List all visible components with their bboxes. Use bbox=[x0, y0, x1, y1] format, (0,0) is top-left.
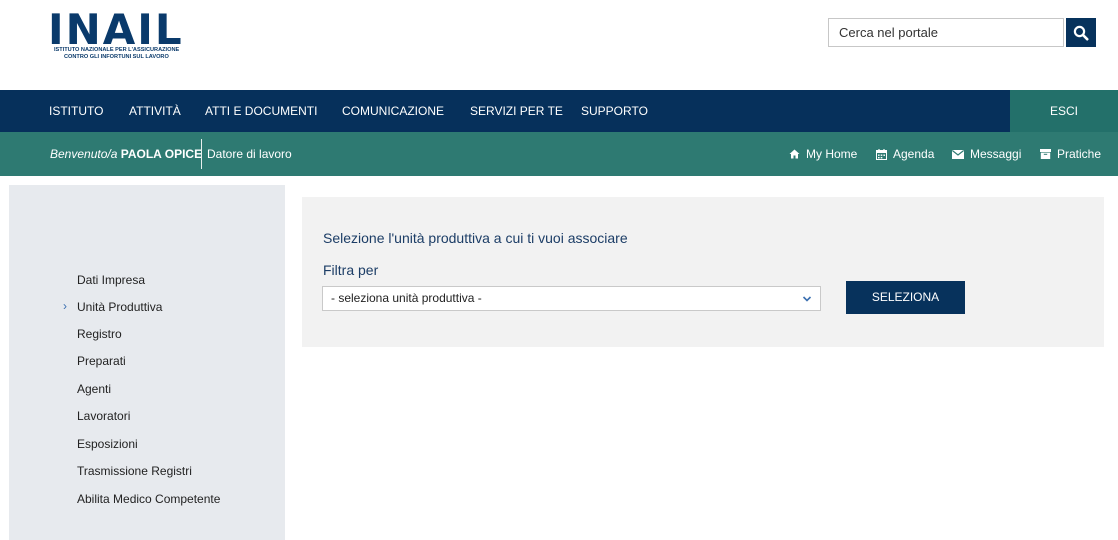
link-agenda-label: Agenda bbox=[893, 147, 935, 161]
nav-istituto[interactable]: ISTITUTO bbox=[49, 90, 103, 132]
sidebar-item-abilita-medico-competente[interactable]: Abilita Medico Competente bbox=[77, 491, 220, 507]
site-header: INAIL ISTITUTO NAZIONALE PER L'ASSICURAZ… bbox=[0, 0, 1118, 90]
sidebar-item-registro[interactable]: Registro bbox=[77, 326, 122, 342]
select-button[interactable]: SELEZIONA bbox=[846, 281, 965, 314]
sidebar-item-trasmissione-registri[interactable]: Trasmissione Registri bbox=[77, 463, 192, 479]
logo-subtitle: ISTITUTO NAZIONALE PER L'ASSICURAZIONE C… bbox=[54, 47, 179, 60]
unit-selection-panel: Selezione l'unità produttiva a cui ti vu… bbox=[302, 197, 1104, 347]
logo-wordmark: INAIL bbox=[48, 5, 184, 54]
page-title: Selezione l'unità produttiva a cui ti vu… bbox=[323, 230, 628, 246]
link-messaggi-label: Messaggi bbox=[970, 147, 1022, 161]
sidebar-item-unita-produttiva[interactable]: Unità Produttiva bbox=[77, 299, 162, 315]
calendar-icon bbox=[876, 148, 887, 160]
folder-icon bbox=[1040, 149, 1051, 159]
filter-label: Filtra per bbox=[323, 262, 379, 278]
sidebar-item-lavoratori[interactable]: Lavoratori bbox=[77, 408, 130, 424]
sidebar-item-esposizioni[interactable]: Esposizioni bbox=[77, 436, 138, 452]
sidebar-item-dati-impresa[interactable]: Dati Impresa bbox=[77, 272, 145, 288]
nav-supporto[interactable]: SUPPORTO bbox=[581, 90, 648, 132]
logout-button[interactable]: ESCI bbox=[1010, 90, 1118, 132]
link-messaggi[interactable]: Messaggi bbox=[952, 132, 1021, 176]
chevron-down-icon bbox=[802, 296, 812, 302]
user-divider bbox=[201, 139, 202, 169]
user-role: Datore di lavoro bbox=[207, 147, 292, 161]
main-navigation: ISTITUTO ATTIVITÀ ATTI E DOCUMENTI COMUN… bbox=[0, 90, 1118, 132]
logo-subtitle-line2: CONTRO GLI INFORTUNI SUL LAVORO bbox=[64, 53, 169, 60]
envelope-icon bbox=[952, 149, 964, 159]
user-bar: Benvenuto/a PAOLA OPICE Datore di lavoro… bbox=[0, 132, 1118, 176]
sidebar-item-preparati[interactable]: Preparati bbox=[77, 353, 126, 369]
link-agenda[interactable]: Agenda bbox=[876, 132, 934, 176]
select-value: - seleziona unità produttiva - bbox=[331, 291, 482, 305]
production-unit-select[interactable]: - seleziona unità produttiva - bbox=[322, 286, 821, 311]
sidebar-menu: Dati Impresa › Unità Produttiva Registro… bbox=[9, 185, 285, 540]
link-my-home[interactable]: My Home bbox=[789, 132, 857, 176]
nav-comunicazione[interactable]: COMUNICAZIONE bbox=[342, 90, 444, 132]
nav-atti-e-documenti[interactable]: ATTI E DOCUMENTI bbox=[205, 90, 317, 132]
logo-subtitle-line1: ISTITUTO NAZIONALE PER L'ASSICURAZIONE bbox=[54, 47, 180, 53]
search-input[interactable] bbox=[828, 18, 1064, 47]
link-pratiche-label: Pratiche bbox=[1057, 147, 1102, 161]
user-name: PAOLA OPICE bbox=[120, 147, 203, 161]
search-button[interactable] bbox=[1066, 18, 1096, 47]
sidebar-item-agenti[interactable]: Agenti bbox=[77, 381, 111, 397]
link-my-home-label: My Home bbox=[806, 147, 858, 161]
welcome-prefix: Benvenuto/a bbox=[50, 147, 118, 161]
nav-attivita[interactable]: ATTIVITÀ bbox=[129, 90, 181, 132]
welcome-message: Benvenuto/a PAOLA OPICE bbox=[50, 132, 202, 176]
home-icon bbox=[789, 149, 800, 159]
search-icon bbox=[1073, 25, 1089, 40]
active-marker-chevron-right-icon: › bbox=[63, 299, 67, 313]
link-pratiche[interactable]: Pratiche bbox=[1040, 132, 1101, 176]
nav-servizi-per-te[interactable]: SERVIZI PER TE bbox=[470, 90, 563, 132]
inail-logo[interactable]: INAIL ISTITUTO NAZIONALE PER L'ASSICURAZ… bbox=[48, 5, 208, 62]
